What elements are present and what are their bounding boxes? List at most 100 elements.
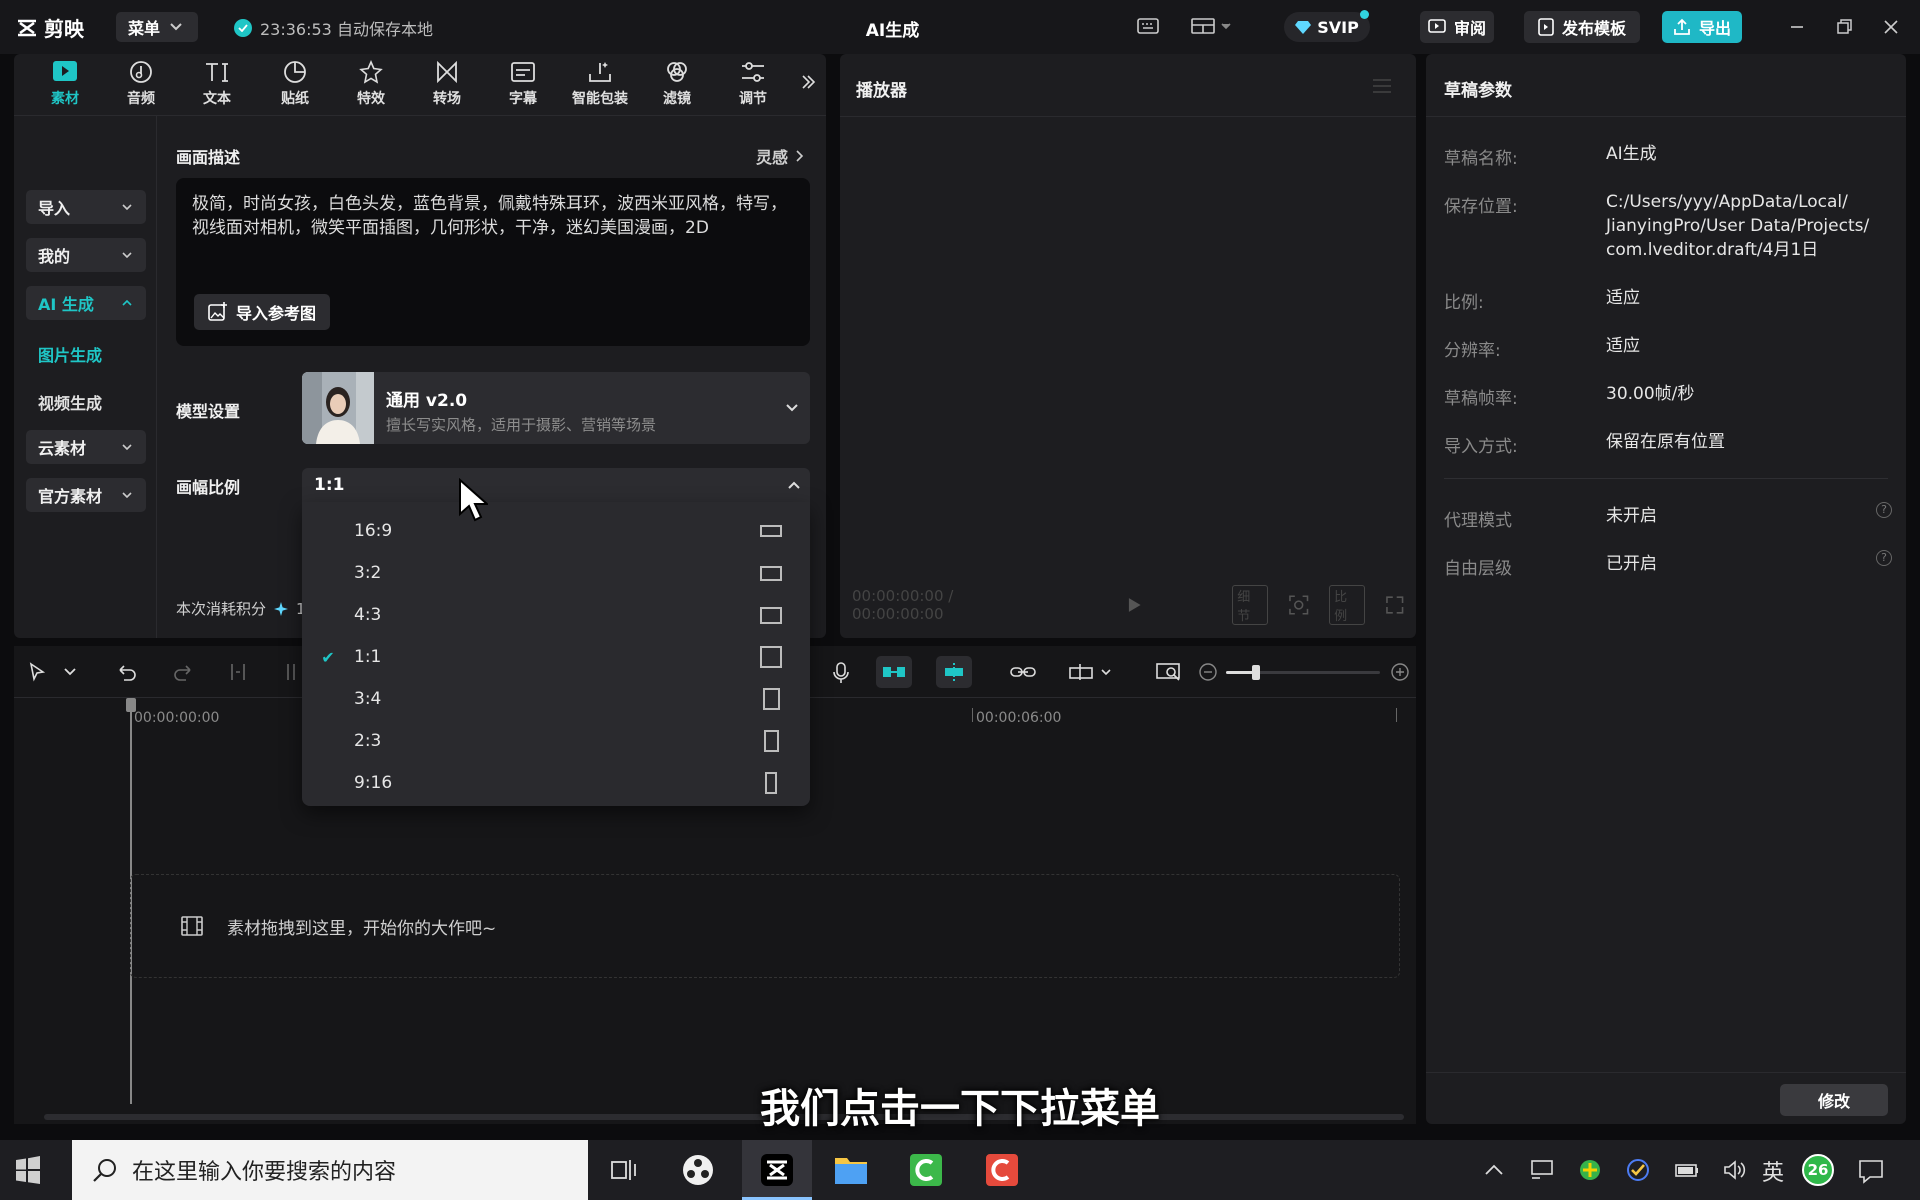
nav-official-material[interactable]: 官方素材 <box>26 478 146 512</box>
tool-transition[interactable]: 转场 <box>412 60 482 116</box>
media-drop-zone[interactable]: 素材拖拽到这里，开始你的大作吧~ <box>130 874 1400 978</box>
close-icon[interactable] <box>1880 16 1902 38</box>
zoom-slider[interactable] <box>1226 665 1380 680</box>
microphone-icon[interactable] <box>832 662 850 684</box>
nav-video-generate[interactable]: 视频生成 <box>38 390 102 414</box>
action-center-icon[interactable] <box>1858 1158 1884 1184</box>
inspiration-link[interactable]: 灵感 <box>756 144 804 168</box>
prompt-textarea[interactable]: 极简，时尚女孩，白色头发，蓝色背景，佩戴特殊耳环，波西米亚风格，特写，视线面对相… <box>176 178 810 346</box>
ratio-option-label: 3:4 <box>354 689 382 709</box>
publish-template-label: 发布模板 <box>1561 19 1626 38</box>
draft-value-framerate: 30.00帧/秒 <box>1606 384 1695 404</box>
ratio-option[interactable]: 3:4 <box>302 678 810 720</box>
file-explorer-icon[interactable] <box>834 1154 868 1186</box>
publish-template-button[interactable]: 发布模板 <box>1524 11 1640 43</box>
export-button[interactable]: 导出 <box>1662 11 1742 43</box>
security-app-icon[interactable] <box>1578 1158 1602 1182</box>
detail-button[interactable]: 细节 <box>1232 585 1268 625</box>
windows-start-icon[interactable] <box>14 1156 42 1184</box>
tool-smart-pack[interactable]: 智能包装 <box>564 60 636 116</box>
nav-cloud-material[interactable]: 云素材 <box>26 430 146 464</box>
app-game-icon[interactable] <box>682 1154 714 1186</box>
draft-value-import-mode: 保留在原有位置 <box>1606 432 1725 452</box>
fullscreen-icon[interactable] <box>1385 595 1405 615</box>
tray-expand-icon[interactable] <box>1484 1162 1504 1176</box>
taskbar-capcut-active[interactable] <box>742 1140 812 1200</box>
notification-count-badge[interactable]: 26 <box>1802 1154 1834 1186</box>
ratio-select[interactable]: 1:1 <box>302 468 810 502</box>
ruler-tick-mark <box>1396 708 1397 722</box>
screenshot-icon[interactable] <box>1288 594 1309 616</box>
camtasia-green-icon[interactable] <box>910 1154 942 1186</box>
tool-sticker[interactable]: 贴纸 <box>260 60 330 116</box>
redo-icon[interactable] <box>172 662 194 682</box>
player-time-total: 00:00:00:00 <box>852 605 944 623</box>
undo-icon[interactable] <box>116 662 138 682</box>
svip-label: SVIP <box>1317 17 1359 37</box>
ime-indicator[interactable]: 英 <box>1762 1155 1784 1187</box>
tool-text[interactable]: 文本 <box>182 60 252 116</box>
ratio-option[interactable]: 4:3 <box>302 594 810 636</box>
zoom-out-icon[interactable] <box>1198 662 1218 682</box>
nav-import[interactable]: 导入 <box>26 190 146 224</box>
tool-caption[interactable]: 字幕 <box>488 60 558 116</box>
task-view-icon[interactable] <box>610 1156 638 1184</box>
text-icon <box>206 63 228 82</box>
layout-icon[interactable] <box>1190 16 1232 36</box>
nav-ai-generate[interactable]: AI 生成 <box>26 286 146 320</box>
zoom-slider-handle[interactable] <box>1252 665 1260 680</box>
restore-icon[interactable] <box>1833 16 1855 38</box>
nav-mine[interactable]: 我的 <box>26 238 146 272</box>
draft-key-proxy: 代理模式 <box>1444 511 1512 531</box>
export-icon <box>1674 18 1690 35</box>
nav-mine-label: 我的 <box>38 247 71 266</box>
tool-effects[interactable]: 特效 <box>336 60 406 116</box>
nav-image-generate[interactable]: 图片生成 <box>38 342 102 366</box>
model-select[interactable]: 通用 v2.0 擅长写实风格，适用于摄影、营销等场景 <box>302 372 810 444</box>
import-reference-button[interactable]: 导入参考图 <box>194 294 330 330</box>
taskbar-search[interactable]: 在这里输入你要搜索的内容 <box>72 1140 588 1200</box>
draft-value-location: C:/Users/yyy/AppData/Local/ JianyingPro/… <box>1606 192 1870 260</box>
draft-key-framerate: 草稿帧率: <box>1444 389 1518 409</box>
export-label: 导出 <box>1698 19 1731 38</box>
ratio-option[interactable]: ✔ 1:1 <box>302 636 810 678</box>
link-icon[interactable] <box>1010 662 1036 682</box>
help-icon[interactable]: ? <box>1876 550 1892 566</box>
split-left-icon[interactable] <box>284 662 304 682</box>
split-icon[interactable] <box>228 662 248 682</box>
ratio-option[interactable]: 9:16 <box>302 762 810 804</box>
auto-snap-button[interactable] <box>936 656 972 688</box>
prompt-text[interactable]: 极简，时尚女孩，白色头发，蓝色背景，佩戴特殊耳环，波西米亚风格，特写，视线面对相… <box>192 192 796 240</box>
camtasia-red-icon[interactable] <box>986 1154 1018 1186</box>
volume-icon[interactable] <box>1722 1158 1746 1182</box>
preview-axis-icon[interactable] <box>1068 662 1118 682</box>
model-section-label: 模型设置 <box>176 402 241 421</box>
svip-button[interactable]: SVIP <box>1284 12 1370 42</box>
battery-icon[interactable] <box>1674 1158 1700 1182</box>
checkmark-app-icon[interactable] <box>1626 1158 1650 1182</box>
minimize-icon[interactable] <box>1786 16 1808 38</box>
ratio-option[interactable]: 2:3 <box>302 720 810 762</box>
mouse-cursor-icon <box>459 478 488 522</box>
tool-media[interactable]: 素材 <box>30 60 100 116</box>
zoom-fit-icon[interactable] <box>1156 662 1182 682</box>
tool-adjust[interactable]: 调节 <box>718 60 788 116</box>
select-cursor-icon[interactable] <box>28 662 48 682</box>
ratio-option[interactable]: 3:2 <box>302 552 810 594</box>
review-button[interactable]: 审阅 <box>1420 11 1494 43</box>
main-track-magnet-button[interactable] <box>876 656 912 688</box>
play-icon[interactable] <box>1125 596 1143 614</box>
model-description: 擅长写实风格，适用于摄影、营销等场景 <box>386 416 657 434</box>
chevron-double-right-icon[interactable] <box>800 74 816 90</box>
help-icon[interactable]: ? <box>1876 502 1892 518</box>
tool-audio[interactable]: 音频 <box>106 60 176 116</box>
shortcut-keyboard-icon[interactable] <box>1136 16 1160 36</box>
chevron-down-icon[interactable] <box>64 668 76 676</box>
ratio-button[interactable]: 比例 <box>1329 585 1365 625</box>
effects-icon <box>359 60 383 84</box>
ratio-option[interactable]: 16:9 <box>302 510 810 552</box>
menu-lines-icon[interactable] <box>1372 78 1392 94</box>
tool-filter[interactable]: 滤镜 <box>642 60 712 116</box>
zoom-in-icon[interactable] <box>1390 662 1410 682</box>
network-device-icon[interactable] <box>1530 1158 1554 1182</box>
